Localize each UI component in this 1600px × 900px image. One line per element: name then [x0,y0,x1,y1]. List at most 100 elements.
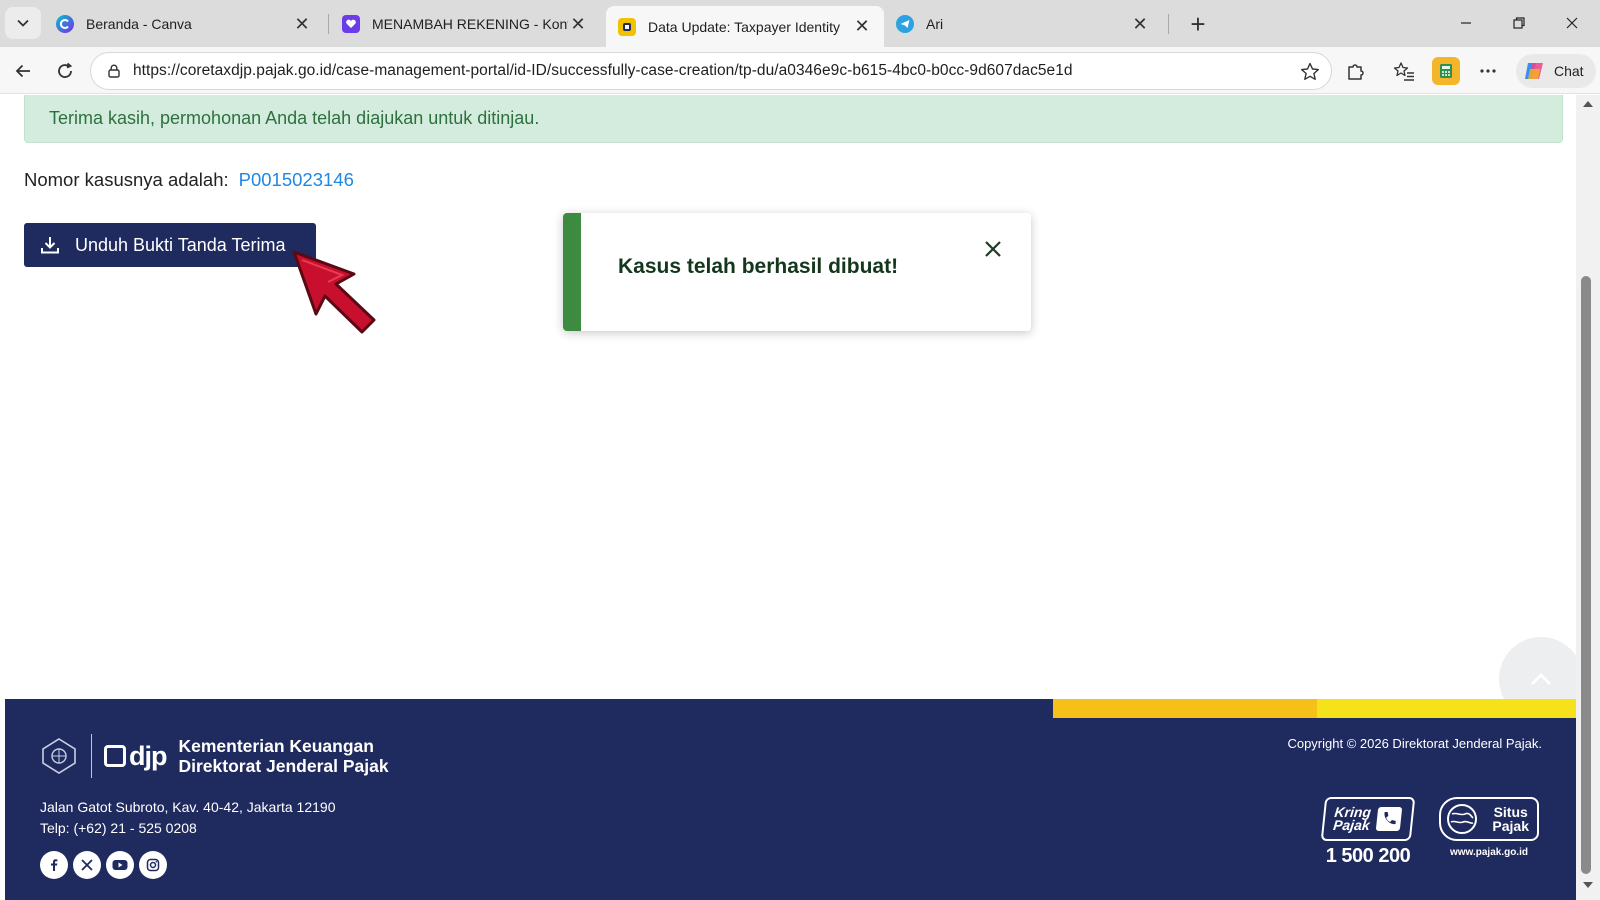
tab-ari[interactable]: Ari ✕ [884,6,1162,42]
situs-pajak-url: www.pajak.go.id [1450,847,1528,858]
toast-accent-bar [563,213,581,331]
chevron-up-icon [1531,673,1551,685]
toast-message: Kasus telah berhasil dibuat! [618,255,899,278]
kring-pajak-number: 1 500 200 [1325,845,1411,867]
favorites-button[interactable] [1390,57,1418,85]
tab-title: Data Update: Taxpayer Identity [648,18,840,35]
close-window-button[interactable] [1550,6,1594,40]
situs-line-2: Pajak [1492,818,1529,834]
situs-pajak-wordmark: Situs Pajak [1492,805,1529,833]
telephone-icon [1376,807,1403,831]
coretax-icon [618,17,636,36]
reload-icon [58,62,73,78]
org-line-1: Kementerian Keuangan [178,736,374,756]
toast-close-button[interactable] [981,237,1005,261]
pointer-arrow-icon [292,250,376,334]
footer-phone: Telp: (+62) 21 - 525 0208 [40,820,197,836]
tab-canva[interactable]: Beranda - Canva ✕ [44,6,324,42]
social-links [40,851,172,879]
tab-data-update[interactable]: Data Update: Taxpayer Identity ✕ [606,6,884,47]
kring-pajak-wordmark: Kring Pajak [1332,804,1372,833]
org-line-2: Direktorat Jenderal Pajak [178,756,389,776]
telegram-icon [896,15,914,33]
page-scrollbar[interactable] [1576,95,1600,900]
situs-pajak-logo[interactable]: Situs Pajak www.pajak.go.id [1437,797,1541,858]
tab-title: Beranda - Canva [86,16,192,32]
favorites-list-icon [1393,62,1414,81]
success-banner: Terima kasih, permohonan Anda telah diaj… [24,95,1563,143]
canva-icon [56,15,74,33]
calculator-extension-button[interactable] [1432,57,1460,85]
scrollbar-thumb[interactable] [1581,276,1591,874]
favorite-star-icon[interactable] [1299,61,1321,88]
arrow-left-icon [15,64,30,78]
new-tab-button[interactable]: + [1182,8,1214,40]
scroll-up-arrow-icon[interactable] [1583,101,1593,107]
chevron-down-icon [17,19,29,27]
puzzle-icon [1348,64,1364,80]
footer-address: Jalan Gatot Subroto, Kav. 40-42, Jakarta… [40,799,336,815]
facebook-icon[interactable] [40,851,68,879]
instagram-icon[interactable] [139,851,167,879]
chat-label: Chat [1554,63,1584,79]
more-menu-button[interactable] [1474,57,1502,85]
tab-list-button[interactable] [5,7,41,39]
kring-pajak-badge: Kring Pajak [1320,797,1416,841]
copilot-chat-button[interactable]: Chat [1516,54,1596,88]
download-receipt-button[interactable]: Unduh Bukti Tanda Terima [24,223,316,267]
footer: djp Kementerian Keuangan Direktorat Jend… [5,699,1576,900]
kring-line-2: Pajak [1332,817,1371,833]
logo-divider [91,734,92,778]
djp-logo-box [104,745,126,767]
minimize-icon [1461,22,1471,24]
situs-line-1: Situs [1493,804,1528,820]
case-number-row: Nomor kasusnya adalah: P0015023146 [24,169,354,191]
footer-accent-strip [1317,699,1576,718]
case-number-label: Nomor kasusnya adalah: [24,169,229,190]
address-bar[interactable]: https://coretaxdjp.pajak.go.id/case-mana… [90,52,1332,90]
djp-logo: djp [104,741,167,772]
url-text: https://coretaxdjp.pajak.go.id/case-mana… [133,62,1073,79]
back-button[interactable] [7,55,39,87]
close-icon [1566,17,1578,29]
situs-pajak-badge: Situs Pajak [1439,797,1539,841]
extensions-button[interactable] [1342,57,1370,85]
browser-tab-bar: Beranda - Canva ✕ MENAMBAH REKENING - Ko… [0,0,1600,47]
footer-org-name: Kementerian Keuangan Direktorat Jenderal… [179,736,389,776]
tab-title: Ari [926,16,944,32]
page-content: Terima kasih, permohonan Anda telah diaj… [5,95,1576,900]
ministry-emblem-icon [39,736,79,776]
tab-separator [1168,14,1169,34]
footer-copyright: Copyright © 2026 Direktorat Jenderal Paj… [1287,736,1542,751]
restore-button[interactable] [1497,6,1541,40]
tab-close-icon[interactable]: ✕ [568,14,588,35]
tab-close-icon[interactable]: ✕ [292,14,312,35]
djp-logo-text: djp [129,740,167,771]
footer-logo: djp Kementerian Keuangan Direktorat Jend… [39,734,389,778]
tab-title: MENAMBAH REKENING - Konten T [372,16,568,32]
scroll-down-arrow-icon[interactable] [1583,882,1593,888]
lock-icon [105,62,123,80]
tab-menambah-rekening[interactable]: MENAMBAH REKENING - Konten T ✕ [330,6,600,42]
download-icon [39,234,61,256]
youtube-icon[interactable] [106,851,134,879]
kring-pajak-logo[interactable]: Kring Pajak 1 500 200 [1320,797,1416,868]
reload-button[interactable] [49,55,81,87]
case-number-link[interactable]: P0015023146 [239,169,354,191]
download-label: Unduh Bukti Tanda Terima [75,234,286,255]
restore-icon [1513,17,1525,29]
tab-close-icon[interactable]: ✕ [1130,14,1150,35]
x-icon[interactable] [73,851,101,879]
more-dots-icon [1480,69,1496,73]
copilot-icon [1525,63,1543,79]
close-icon [985,241,1001,257]
tab-separator [328,14,329,34]
banner-text: Terima kasih, permohonan Anda telah diaj… [49,107,540,128]
tab-close-icon[interactable]: ✕ [852,16,872,37]
success-toast: Kasus telah berhasil dibuat! [563,213,1031,331]
footer-accent-strip [1053,699,1317,718]
calculator-icon [1440,64,1452,78]
heart-chat-icon [342,15,360,33]
minimize-button[interactable] [1444,6,1488,40]
plus-icon: + [1190,8,1206,39]
